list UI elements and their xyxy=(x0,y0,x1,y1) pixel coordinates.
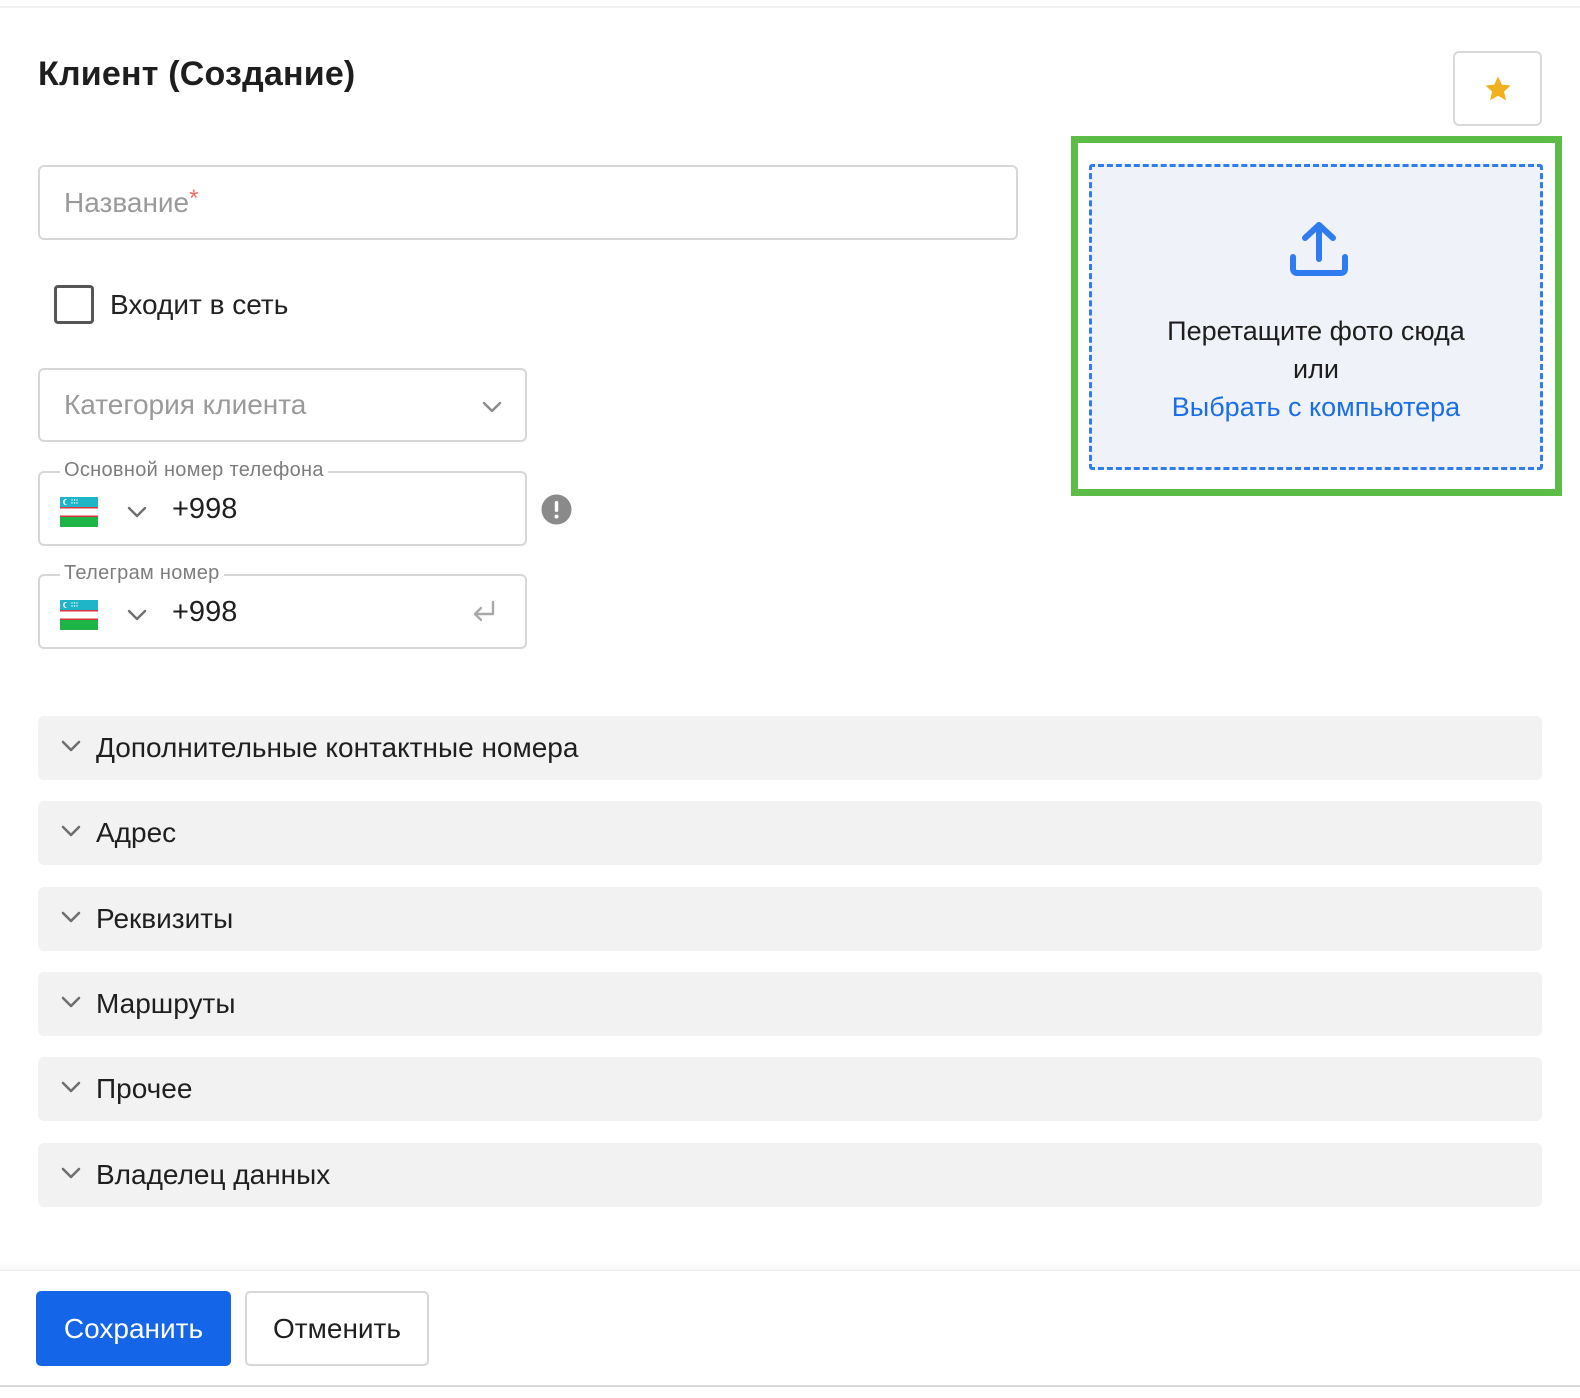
star-icon xyxy=(1484,75,1511,100)
choose-from-computer-link[interactable]: Выбрать с компьютера xyxy=(1092,392,1540,423)
form-footer: Сохранить Отменить xyxy=(0,1270,1580,1398)
favorite-button[interactable] xyxy=(1453,51,1542,126)
section-requisites[interactable]: Реквизиты xyxy=(38,887,1542,951)
save-button[interactable]: Сохранить xyxy=(36,1291,231,1366)
dropzone-text: Перетащите фото сюда xyxy=(1167,316,1465,346)
telegram-phone-field[interactable]: Телеграм номер +998 xyxy=(38,562,527,649)
country-chevron-icon[interactable] xyxy=(126,502,148,522)
chevron-down-icon xyxy=(61,1167,81,1179)
section-label: Адрес xyxy=(96,817,177,848)
category-select[interactable]: Категория клиента xyxy=(38,368,527,442)
section-label: Маршруты xyxy=(96,988,236,1019)
enter-icon[interactable] xyxy=(469,598,499,628)
section-address[interactable]: Адрес xyxy=(38,801,1542,865)
section-label: Реквизиты xyxy=(96,903,234,934)
main-phone-field[interactable]: Основной номер телефона +998 xyxy=(38,459,527,546)
section-other[interactable]: Прочее xyxy=(38,1057,1542,1121)
cancel-button[interactable]: Отменить xyxy=(245,1291,429,1366)
top-divider xyxy=(0,6,1580,8)
section-routes[interactable]: Маршруты xyxy=(38,972,1542,1036)
chevron-down-icon xyxy=(61,740,81,752)
telegram-phone-code: +998 xyxy=(172,596,238,628)
telegram-phone-label: Телеграм номер xyxy=(60,562,224,585)
chevron-down-icon xyxy=(61,911,81,923)
chevron-down-icon xyxy=(61,1081,81,1093)
section-label: Прочее xyxy=(96,1073,193,1104)
bottom-divider xyxy=(0,1385,1580,1387)
name-placeholder: Название* xyxy=(64,185,199,218)
country-chevron-icon[interactable] xyxy=(126,605,148,625)
info-icon[interactable] xyxy=(541,494,572,525)
main-phone-label: Основной номер телефона xyxy=(60,459,328,482)
main-phone-code: +998 xyxy=(172,493,238,525)
network-checkbox[interactable] xyxy=(54,285,94,324)
network-checkbox-label[interactable]: Входит в сеть xyxy=(110,289,288,321)
section-label: Владелец данных xyxy=(96,1159,331,1190)
uzbekistan-flag-icon[interactable] xyxy=(60,497,98,527)
upload-highlight-frame: Перетащите фото сюда или Выбрать с компь… xyxy=(1071,136,1562,496)
section-label: Дополнительные контактные номера xyxy=(96,732,579,763)
name-input[interactable]: Название* xyxy=(38,165,1018,240)
section-additional-contacts[interactable]: Дополнительные контактные номера xyxy=(38,716,1542,780)
photo-dropzone[interactable]: Перетащите фото сюда или Выбрать с компь… xyxy=(1089,164,1543,470)
uzbekistan-flag-icon[interactable] xyxy=(60,600,98,630)
page-title: Клиент (Создание) xyxy=(38,55,356,93)
upload-icon xyxy=(1290,222,1348,276)
dropzone-or-text: или xyxy=(1293,354,1339,384)
required-mark: * xyxy=(189,185,199,212)
chevron-down-icon xyxy=(61,825,81,837)
section-data-owner[interactable]: Владелец данных xyxy=(38,1143,1542,1207)
chevron-down-icon xyxy=(482,401,502,413)
category-placeholder: Категория клиента xyxy=(64,389,307,420)
chevron-down-icon xyxy=(61,996,81,1008)
